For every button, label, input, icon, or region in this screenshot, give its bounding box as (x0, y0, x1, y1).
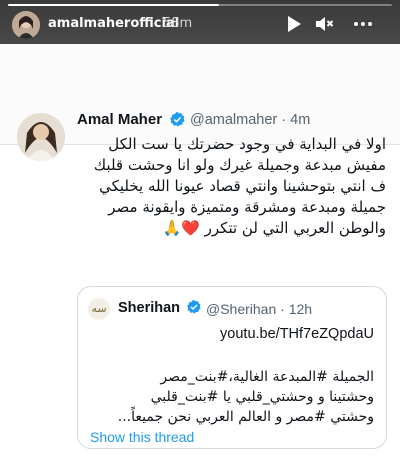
tweet-line: جميلة ومبدعة ومشرقة ومتميزة وايقونة مصر (108, 198, 386, 216)
story-username[interactable]: amalmaherofficial (48, 16, 179, 31)
tweet-line: مفيش مبدعة وجميلة غيرك ولو انا وحشت قلبك (93, 156, 386, 174)
quoted-tweet-card[interactable]: سه Sherihan @Sherihan · 12h youtu.be/THf… (77, 286, 387, 449)
tweet-screenshot: Amal Maher @amalmaher · 4m اولا في البدا… (0, 44, 400, 470)
quoted-line: وحشتينا و وحشتي_قلبي يا #بنت_قلبي (150, 389, 374, 405)
tweet-line: والوطن العربي التي لن تتكرر ❤️🙏 (162, 219, 386, 237)
quoted-line: الجميلة #المبدعة الغالية،#بنت_مصر (160, 369, 374, 385)
tweet-avatar[interactable] (17, 113, 65, 161)
more-options-icon[interactable] (352, 13, 374, 35)
quoted-link[interactable]: youtu.be/THf7eZQpdaU (220, 326, 374, 342)
sherihan-avatar[interactable]: سه (88, 298, 110, 320)
story-progress-bar (8, 4, 392, 6)
quoted-line: وحشتي #مصر و العالم العربي نحن جميعاً... (117, 409, 374, 425)
tweet-line: ف انتي بتوحشينا وانتي قصاد عيونا الله يخ… (99, 177, 386, 195)
show-thread-link[interactable]: Show this thread (90, 429, 194, 445)
quoted-author-name[interactable]: Sherihan (118, 300, 180, 316)
mute-icon[interactable] (313, 13, 335, 35)
quoted-handle-time: @Sherihan · 12h (206, 301, 313, 317)
verified-badge-icon (169, 111, 186, 128)
story-avatar[interactable] (12, 11, 40, 39)
verified-badge-icon (186, 299, 202, 315)
quoted-text: الجميلة #المبدعة الغالية،#بنت_مصر وحشتين… (84, 367, 374, 427)
play-icon[interactable] (282, 13, 304, 35)
story-header: amalmaherofficial 58m (0, 0, 400, 44)
story-progress-fill (8, 4, 220, 6)
tweet-author-name[interactable]: Amal Maher (77, 111, 162, 128)
tweet-text: اولا في البداية في وجود حضرتك يا ست الكل… (77, 134, 386, 239)
tweet-handle-time: @amalmaher · 4m (190, 112, 311, 128)
story-timestamp: 58m (163, 16, 193, 31)
tweet-line: اولا في البداية في وجود حضرتك يا ست الكل (108, 135, 386, 153)
